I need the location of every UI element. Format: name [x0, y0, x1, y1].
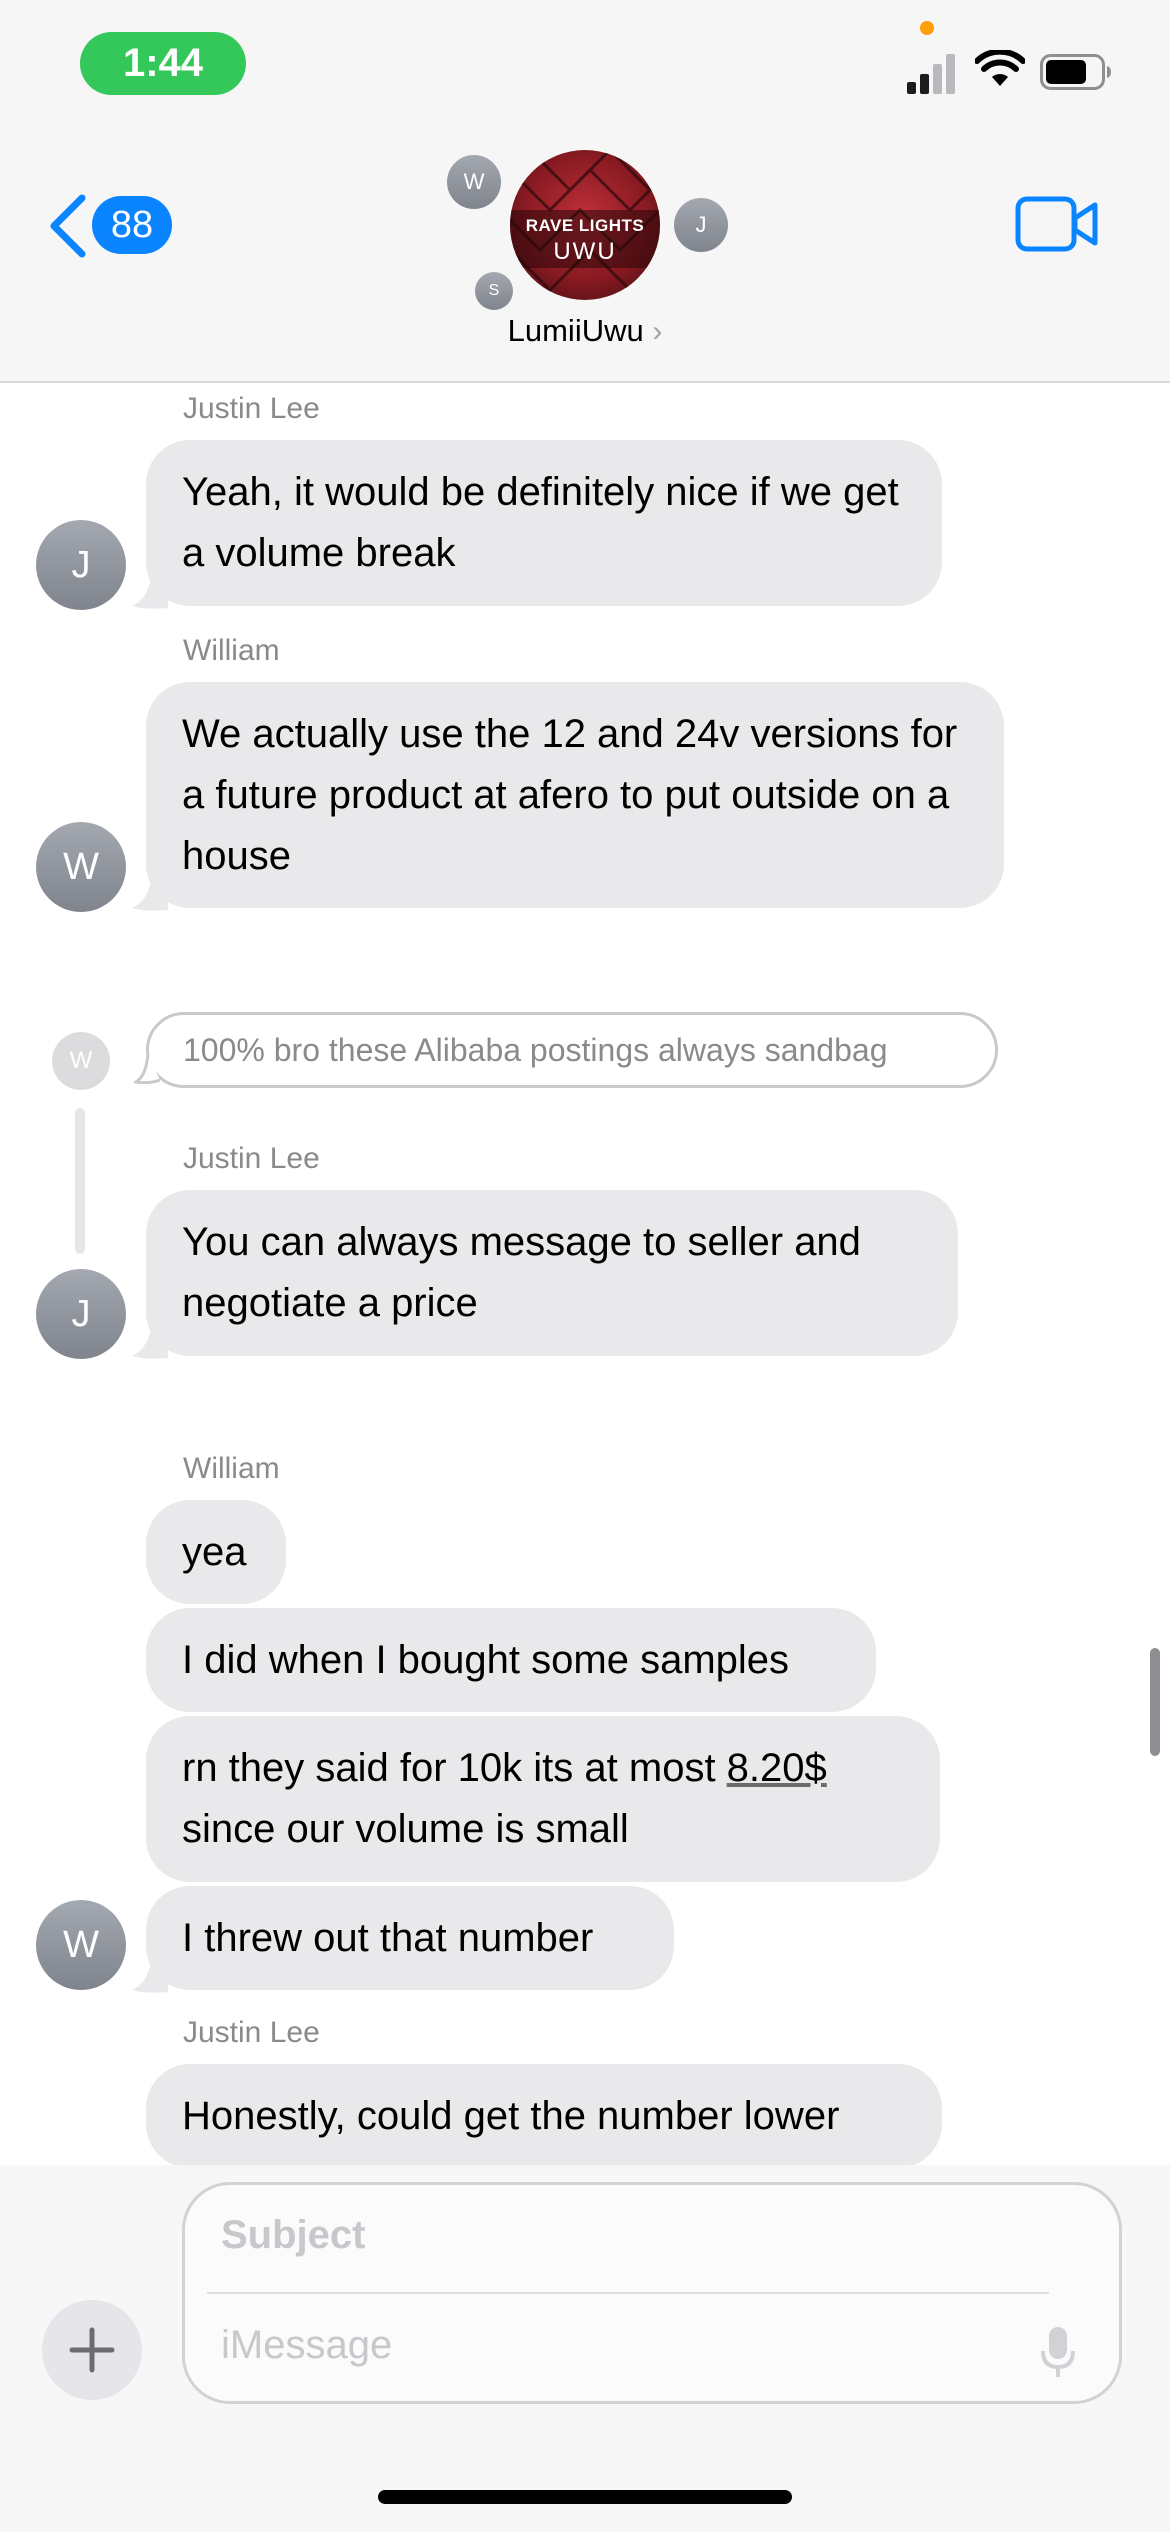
avatar[interactable]: J: [36, 520, 126, 610]
message-input[interactable]: iMessage: [221, 2323, 392, 2368]
sender-name: William: [183, 1452, 280, 1485]
reply-bubble-tail: [134, 1054, 160, 1084]
microphone-icon[interactable]: [1040, 2325, 1076, 2381]
back-button[interactable]: 88: [48, 190, 173, 260]
subject-input[interactable]: Subject: [221, 2213, 365, 2258]
plus-icon: [69, 2327, 115, 2373]
compose-box[interactable]: Subject iMessage: [182, 2182, 1122, 2404]
bubble-tail: [132, 1954, 168, 1993]
scroll-indicator[interactable]: [1150, 1648, 1160, 1756]
plus-button[interactable]: [42, 2300, 142, 2400]
message-bubble[interactable]: Honestly, could get the number lower: [146, 2064, 942, 2168]
message-bubble[interactable]: We actually use the 12 and 24v versions …: [146, 682, 1004, 908]
message-text: rn they said for 10k its at most: [182, 1746, 727, 1790]
sender-name: Justin Lee: [183, 1142, 320, 1175]
message-bubble[interactable]: Yeah, it would be definitely nice if we …: [146, 440, 942, 606]
sender-name: Justin Lee: [183, 2016, 320, 2049]
sender-name: Justin Lee: [183, 392, 320, 425]
conversation-header: 1:44 88 W J S RAVE LIGHTS UWU LumiiUwu ›: [0, 0, 1170, 383]
group-avatar-title: RAVE LIGHTS: [525, 216, 645, 235]
compose-divider: [207, 2292, 1049, 2294]
reply-avatar: W: [52, 1032, 110, 1090]
member-avatar-s: S: [475, 272, 513, 310]
avatar[interactable]: W: [36, 822, 126, 912]
avatar[interactable]: J: [36, 1269, 126, 1359]
price-link[interactable]: 8.20$: [727, 1746, 827, 1790]
group-name: LumiiUwu: [507, 313, 644, 348]
message-bubble[interactable]: yea: [146, 1500, 286, 1604]
battery-icon: [1040, 54, 1111, 90]
signal-icon: [907, 52, 957, 94]
privacy-indicator-dot: [920, 21, 934, 35]
video-camera-icon[interactable]: [1015, 196, 1099, 252]
chevron-right-icon: ›: [652, 315, 663, 348]
message-bubble[interactable]: I did when I bought some samples: [146, 1608, 876, 1712]
message-bubble[interactable]: rn they said for 10k its at most 8.20$ s…: [146, 1716, 940, 1882]
status-time: 1:44: [80, 32, 246, 95]
sender-name: William: [183, 634, 280, 667]
home-indicator[interactable]: [378, 2490, 792, 2504]
reply-quote-bubble[interactable]: 100% bro these Alibaba postings always s…: [146, 1012, 998, 1088]
bubble-tail: [132, 872, 168, 911]
member-avatar-w: W: [447, 155, 501, 209]
member-avatar-j: J: [674, 198, 728, 252]
bubble-tail: [132, 570, 168, 609]
group-avatar-subtitle: UWU: [553, 238, 617, 265]
back-chevron-icon: [50, 194, 86, 258]
unread-count-badge: 88: [92, 196, 172, 254]
group-name-button[interactable]: LumiiUwu ›: [0, 313, 1170, 349]
message-bubble[interactable]: I threw out that number: [146, 1886, 674, 1990]
bubble-tail: [132, 1320, 168, 1359]
reply-thread-line: [75, 1108, 85, 1254]
group-avatar[interactable]: RAVE LIGHTS UWU: [510, 150, 660, 300]
message-bubble[interactable]: You can always message to seller and neg…: [146, 1190, 958, 1356]
wifi-icon: [975, 50, 1025, 86]
message-text: since our volume is small: [182, 1807, 629, 1851]
avatar[interactable]: W: [36, 1900, 126, 1990]
